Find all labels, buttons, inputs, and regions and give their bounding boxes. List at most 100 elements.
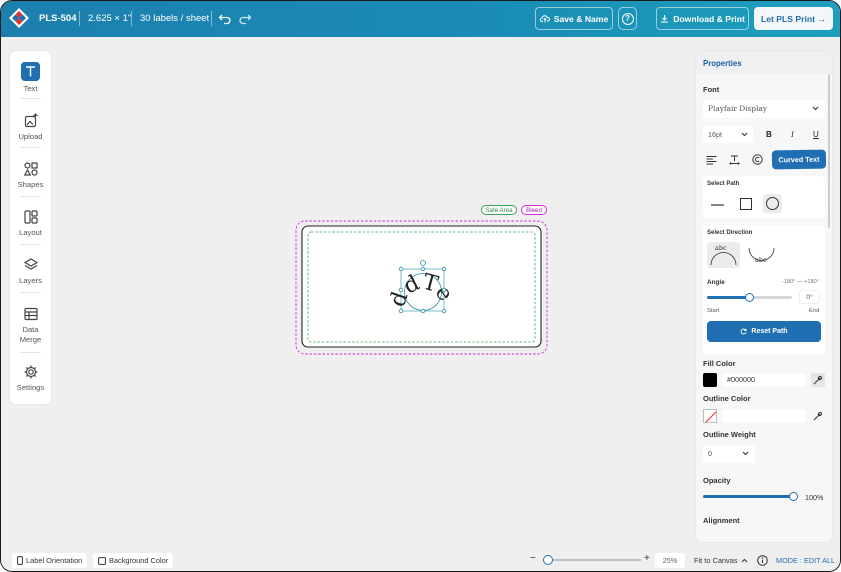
angle-slider[interactable] [707, 293, 792, 302]
opacity-slider[interactable] [703, 492, 798, 501]
logo-icon[interactable] [9, 8, 29, 28]
direction-down-option[interactable]: abc [745, 242, 778, 268]
upload-image-icon [24, 113, 38, 128]
label-orientation-label: Label Orientation [26, 556, 83, 565]
header-divider [79, 11, 80, 26]
pls-print-button[interactable]: Let PLS Print → [754, 7, 833, 30]
tool-upload[interactable]: Upload [10, 113, 51, 142]
fill-eyedropper-button[interactable] [811, 373, 825, 387]
save-name-label: Save & Name [553, 13, 609, 24]
portrait-icon [17, 556, 23, 565]
labels-per-sheet: 30 labels / sheet [140, 13, 210, 24]
background-color-label: Background Color [109, 556, 169, 565]
fill-color-swatch[interactable] [703, 373, 717, 387]
italic-button[interactable]: I [791, 130, 794, 139]
outline-weight-label: Outline Weight [703, 430, 756, 439]
tool-data-merge-label: Data [22, 325, 39, 334]
label-size: 2.625 × 1" [88, 13, 132, 24]
save-name-button[interactable]: Save & Name [535, 7, 613, 30]
chevron-down-icon [742, 451, 749, 456]
tool-layout-label: Layout [19, 228, 42, 237]
background-color-button[interactable]: Background Color [93, 553, 174, 568]
zoom-slider[interactable] [542, 555, 641, 565]
tool-text[interactable]: Text [10, 62, 51, 94]
zoom-slider-thumb[interactable] [542, 555, 553, 565]
undo-icon[interactable] [218, 11, 232, 25]
opacity-slider-thumb[interactable] [789, 492, 798, 501]
copyright-symbol-icon[interactable] [752, 154, 763, 165]
left-toolbar: Text Upload Shapes Layout Layers Data Me… [10, 51, 51, 404]
toolbar-divider [20, 147, 41, 148]
rotate-handle-icon[interactable] [420, 260, 426, 266]
tool-settings[interactable]: Settings [10, 364, 51, 393]
select-direction-label: Select Direction [707, 230, 753, 236]
direction-up-text: abc [715, 244, 727, 252]
panel-scrollbar[interactable] [828, 74, 830, 228]
align-left-icon[interactable] [706, 155, 717, 165]
shapes-icon [23, 162, 38, 176]
outline-weight-select[interactable]: 0 [703, 445, 755, 463]
path-square-option[interactable] [740, 198, 752, 210]
redo-icon[interactable] [238, 11, 252, 25]
tool-settings-label: Settings [16, 383, 45, 392]
product-code: PLS-504 [39, 13, 77, 24]
fill-color-input[interactable]: #000000 [722, 373, 806, 387]
opacity-slider-fill [703, 495, 794, 498]
layout-icon [23, 210, 38, 224]
tool-layout[interactable]: Layout [10, 209, 51, 238]
direction-up-option[interactable]: abc [707, 242, 740, 268]
outline-color-input[interactable] [722, 409, 806, 423]
download-print-button[interactable]: Download & Print [656, 7, 749, 30]
tool-layers[interactable]: Layers [10, 257, 51, 286]
download-icon [661, 15, 669, 23]
help-icon: ? [621, 12, 634, 25]
tool-shapes[interactable]: Shapes [10, 161, 51, 190]
underline-button[interactable]: U [813, 130, 819, 139]
label-orientation-button[interactable]: Label Orientation [12, 553, 88, 568]
path-line-option[interactable] [711, 204, 724, 206]
outline-color-swatch[interactable] [703, 409, 717, 423]
text-height-icon[interactable] [729, 154, 740, 165]
chevron-up-icon [741, 558, 747, 563]
label-outline [301, 225, 542, 348]
info-icon[interactable] [757, 555, 768, 566]
text-icon [21, 62, 40, 81]
angle-range: -180° — +180° [782, 279, 819, 285]
angle-slider-fill [707, 296, 750, 299]
tool-data-merge[interactable]: Data Merge [10, 306, 51, 344]
circle-path-icon [766, 197, 779, 210]
bottom-bar: Label Orientation Background Color − + 2… [1, 547, 840, 571]
reset-path-button[interactable]: Reset Path [707, 321, 821, 342]
zoom-out-button[interactable]: − [530, 553, 536, 564]
curved-text-button[interactable]: Curved Text [771, 149, 827, 170]
angle-input[interactable]: 0° [799, 290, 820, 304]
select-path-label: Select Path [707, 181, 740, 187]
zoom-in-button[interactable]: + [644, 553, 650, 564]
properties-panel: Properties Font Playfair Display 16pt B … [696, 51, 832, 542]
reset-icon [741, 328, 747, 335]
no-color-icon [705, 411, 716, 422]
angle-slider-thumb[interactable] [744, 293, 754, 302]
zoom-value[interactable]: 25% [655, 553, 685, 568]
header-bar: PLS-504 2.625 × 1" 30 labels / sheet Sav… [1, 1, 840, 37]
app-window: PLS-504 2.625 × 1" 30 labels / sheet Sav… [0, 0, 841, 572]
font-select[interactable]: Playfair Display [703, 100, 825, 118]
cloud-upload-icon [539, 15, 550, 23]
end-label: End [809, 308, 820, 314]
toolbar-divider [20, 292, 41, 293]
layers-icon [23, 258, 38, 270]
bold-button[interactable]: B [766, 130, 772, 139]
outline-weight-value: 0 [708, 449, 712, 458]
header-divider [131, 11, 132, 26]
path-circle-option[interactable] [763, 194, 782, 213]
label-canvas[interactable]: AddText [295, 220, 548, 355]
mode-indicator[interactable]: MODE : EDIT ALL [776, 556, 835, 565]
font-size-value: 16pt [708, 130, 722, 139]
pls-print-label: Let PLS Print → [761, 13, 826, 24]
eyedropper-icon[interactable] [811, 409, 825, 423]
fit-to-canvas-select[interactable]: Fit to Canvas [689, 553, 753, 568]
eyedropper-icon [813, 375, 823, 385]
help-button[interactable]: ? [618, 7, 637, 30]
safe-area-badge: Safe Area [481, 205, 517, 215]
font-size-select[interactable]: 16pt [703, 126, 753, 143]
